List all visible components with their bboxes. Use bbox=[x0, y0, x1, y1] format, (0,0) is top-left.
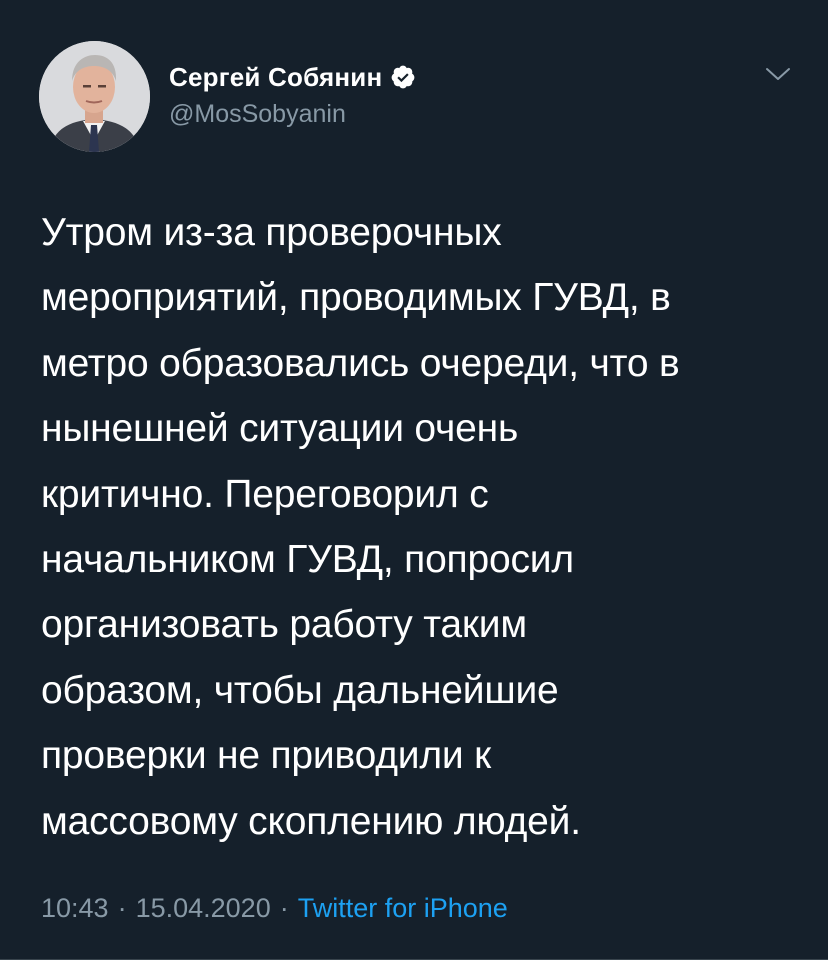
avatar-photo bbox=[39, 41, 150, 152]
tweet-time[interactable]: 10:43 bbox=[41, 893, 109, 924]
verified-badge-icon bbox=[390, 64, 416, 90]
author-handle[interactable]: @MosSobyanin bbox=[169, 100, 346, 129]
tweet: Сергей Собянин @MosSobyanin Утром из-за … bbox=[0, 0, 828, 960]
display-name[interactable]: Сергей Собянин bbox=[169, 62, 382, 93]
tweet-meta: 10:43 · 15.04.2020 · Twitter for iPhone bbox=[41, 893, 508, 924]
tweet-date[interactable]: 15.04.2020 bbox=[136, 893, 271, 924]
meta-separator: · bbox=[279, 893, 289, 923]
tweet-text: Утром из-за проверочных мероприятий, про… bbox=[41, 211, 680, 843]
tweet-source-link[interactable]: Twitter for iPhone bbox=[298, 893, 508, 924]
author-row: Сергей Собянин bbox=[169, 60, 416, 94]
meta-separator: · bbox=[117, 893, 127, 923]
avatar[interactable] bbox=[39, 41, 150, 152]
chevron-down-icon[interactable] bbox=[764, 64, 792, 84]
